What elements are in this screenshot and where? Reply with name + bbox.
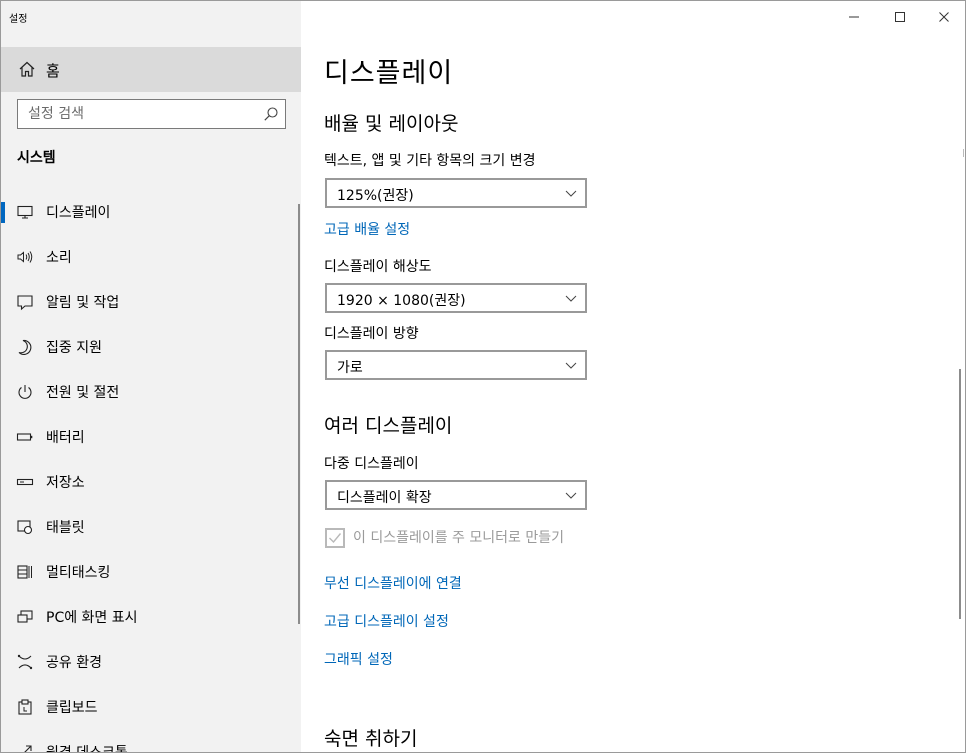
section-title: 시스템 (17, 150, 56, 166)
sidebar-item-tablet[interactable]: 태블릿 (1, 504, 301, 549)
advanced-scaling-link[interactable]: 고급 배율 설정 (324, 219, 410, 239)
main-display-checkbox[interactable] (325, 528, 345, 548)
sidebar-item-notifications[interactable]: 알림 및 작업 (1, 279, 301, 324)
orientation-label: 디스플레이 방향 (324, 326, 419, 342)
sidebar-item-label: 디스플레이 (46, 205, 111, 221)
monitor-icon (16, 203, 34, 221)
resolution-label: 디스플레이 해상도 (324, 259, 432, 275)
text-size-label: 텍스트, 앱 및 기타 항목의 크기 변경 (324, 153, 536, 169)
power-icon (16, 383, 34, 401)
sidebar-item-shared-experiences[interactable]: 공유 환경 (1, 639, 301, 684)
orientation-dropdown[interactable]: 가로 (325, 350, 587, 380)
moon-icon (16, 338, 34, 356)
settings-window: 설정 홈 시스템 디스플레이 (0, 0, 966, 753)
sidebar-item-label: 소리 (46, 250, 72, 266)
sidebar-item-label: 클립보드 (46, 700, 98, 716)
resolution-value: 1920 × 1080(권장) (337, 293, 466, 309)
remote-desktop-icon (16, 743, 34, 752)
home-label: 홈 (46, 62, 60, 80)
main-content: 디스플레이 배율 및 레이아웃 텍스트, 앱 및 기타 항목의 크기 변경 12… (301, 1, 965, 752)
sidebar-item-label: 저장소 (46, 475, 85, 491)
chevron-down-icon (565, 492, 577, 499)
chevron-down-icon (565, 295, 577, 302)
sidebar-item-label: 멀티태스킹 (46, 565, 111, 581)
speaker-icon (16, 248, 34, 266)
search-box (17, 99, 286, 129)
multiple-displays-heading: 여러 디스플레이 (324, 415, 453, 437)
sleep-heading: 숙면 취하기 (324, 728, 418, 750)
home-button[interactable]: 홈 (1, 47, 301, 92)
clipboard-icon (16, 698, 34, 716)
sidebar-item-remote-desktop[interactable]: 원격 데스크톱 (1, 729, 301, 753)
sidebar-scrollbar[interactable] (298, 204, 300, 624)
main-display-checkbox-label: 이 디스플레이를 주 모니터로 만들기 (353, 530, 564, 546)
sidebar-item-display[interactable]: 디스플레이 (1, 189, 301, 234)
advanced-display-settings-link[interactable]: 고급 디스플레이 설정 (324, 611, 449, 631)
notification-icon (16, 293, 34, 311)
wireless-display-link[interactable]: 무선 디스플레이에 연결 (324, 573, 462, 593)
sidebar-item-label: 배터리 (46, 430, 85, 446)
app-title: 설정 (9, 14, 28, 25)
sidebar-item-label: 공유 환경 (46, 655, 102, 671)
shared-experiences-icon (16, 653, 34, 671)
orientation-value: 가로 (337, 360, 363, 376)
search-input[interactable] (18, 100, 258, 128)
battery-icon (16, 428, 34, 446)
storage-icon (16, 473, 34, 491)
text-size-dropdown[interactable]: 125%(권장) (325, 178, 587, 208)
chevron-down-icon (565, 362, 577, 369)
sidebar-item-storage[interactable]: 저장소 (1, 459, 301, 504)
multiple-displays-value: 디스플레이 확장 (337, 490, 432, 506)
graphics-settings-link[interactable]: 그래픽 설정 (324, 649, 393, 669)
home-icon (18, 60, 36, 78)
sidebar-item-label: 태블릿 (46, 520, 85, 536)
tablet-icon (16, 518, 34, 536)
page-title: 디스플레이 (324, 58, 454, 89)
sidebar-item-battery[interactable]: 배터리 (1, 414, 301, 459)
sidebar-item-clipboard[interactable]: 클립보드 (1, 684, 301, 729)
sidebar-item-label: 전원 및 절전 (46, 385, 120, 401)
sidebar: 설정 홈 시스템 디스플레이 (1, 1, 301, 753)
scale-layout-heading: 배율 및 레이아웃 (324, 113, 459, 135)
project-icon (16, 608, 34, 626)
sidebar-item-project[interactable]: PC에 화면 표시 (1, 594, 301, 639)
sidebar-item-label: PC에 화면 표시 (46, 610, 138, 626)
sidebar-item-focus-assist[interactable]: 집중 지원 (1, 324, 301, 369)
resolution-dropdown[interactable]: 1920 × 1080(권장) (325, 283, 587, 313)
sidebar-item-power[interactable]: 전원 및 절전 (1, 369, 301, 414)
multiple-displays-dropdown[interactable]: 디스플레이 확장 (325, 480, 587, 510)
multiple-displays-label: 다중 디스플레이 (324, 456, 419, 472)
checkmark-icon (329, 533, 342, 544)
multitasking-icon (16, 563, 34, 581)
chevron-down-icon (565, 190, 577, 197)
main-scrollbar[interactable] (959, 369, 961, 619)
sidebar-item-label: 집중 지원 (46, 340, 102, 356)
search-icon[interactable] (263, 106, 279, 122)
sidebar-item-label: 알림 및 작업 (46, 295, 120, 311)
sidebar-item-sound[interactable]: 소리 (1, 234, 301, 279)
text-size-value: 125%(권장) (337, 188, 414, 204)
sidebar-item-multitasking[interactable]: 멀티태스킹 (1, 549, 301, 594)
sidebar-item-label: 원격 데스크톱 (46, 745, 128, 753)
